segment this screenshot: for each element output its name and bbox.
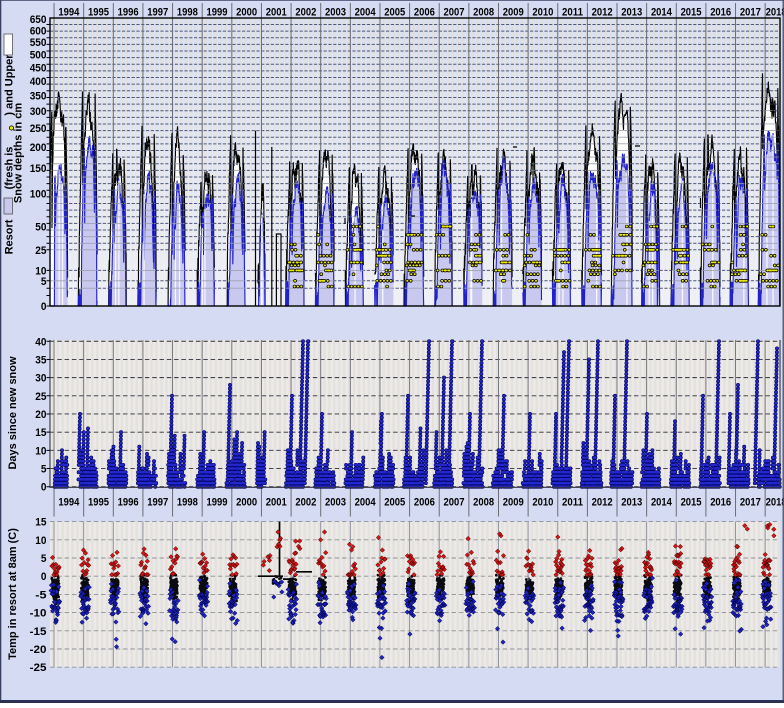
svg-text:5: 5 bbox=[41, 464, 47, 476]
svg-text:600: 600 bbox=[30, 25, 47, 37]
svg-text:2003: 2003 bbox=[325, 7, 346, 19]
svg-text:2012: 2012 bbox=[592, 7, 613, 19]
svg-text:Resort: Resort bbox=[4, 219, 16, 254]
svg-text:-15: -15 bbox=[30, 626, 47, 638]
svg-text:550: 550 bbox=[30, 37, 47, 49]
svg-text:25: 25 bbox=[35, 391, 46, 403]
svg-text:10: 10 bbox=[35, 535, 46, 547]
svg-text:1995: 1995 bbox=[88, 7, 109, 19]
svg-text:30: 30 bbox=[35, 373, 46, 385]
svg-text:2007: 2007 bbox=[444, 7, 465, 19]
svg-text:1998: 1998 bbox=[177, 497, 198, 509]
svg-text:2006: 2006 bbox=[414, 7, 435, 19]
svg-text:2000: 2000 bbox=[236, 497, 257, 509]
svg-text:350: 350 bbox=[30, 91, 47, 103]
svg-text:2013: 2013 bbox=[621, 497, 642, 509]
svg-text:-5: -5 bbox=[35, 589, 46, 601]
svg-text:1996: 1996 bbox=[118, 7, 139, 19]
svg-text:1999: 1999 bbox=[206, 497, 227, 509]
svg-text:1994: 1994 bbox=[58, 7, 80, 19]
svg-text:Snow depths in cm: Snow depths in cm bbox=[13, 103, 25, 203]
svg-text:200: 200 bbox=[30, 142, 47, 154]
svg-text:35: 35 bbox=[35, 354, 46, 366]
svg-text:40: 40 bbox=[35, 336, 46, 348]
svg-text:2011: 2011 bbox=[562, 497, 583, 509]
svg-text:1999: 1999 bbox=[206, 7, 227, 19]
svg-text:2005: 2005 bbox=[384, 7, 405, 19]
svg-text:Days since new snow: Days since new snow bbox=[7, 356, 19, 470]
svg-text:2012: 2012 bbox=[592, 497, 613, 509]
svg-text:2002: 2002 bbox=[295, 7, 316, 19]
svg-text:2007: 2007 bbox=[444, 497, 465, 509]
svg-text:2011: 2011 bbox=[562, 7, 583, 19]
svg-text:2005: 2005 bbox=[384, 497, 405, 509]
svg-text:2004: 2004 bbox=[355, 7, 377, 19]
svg-text:500: 500 bbox=[30, 49, 47, 61]
svg-text:1995: 1995 bbox=[88, 497, 109, 509]
svg-text:1997: 1997 bbox=[147, 497, 168, 509]
svg-text:50: 50 bbox=[35, 221, 46, 233]
svg-text:400: 400 bbox=[30, 76, 47, 88]
svg-text:2017: 2017 bbox=[740, 7, 761, 19]
svg-text:2000: 2000 bbox=[236, 7, 257, 19]
svg-text:2017: 2017 bbox=[740, 497, 761, 509]
svg-text:2008: 2008 bbox=[473, 497, 494, 509]
svg-text:450: 450 bbox=[30, 62, 47, 74]
svg-text:1998: 1998 bbox=[177, 7, 198, 19]
svg-text:100: 100 bbox=[30, 189, 47, 201]
svg-text:2014: 2014 bbox=[651, 7, 673, 19]
svg-text:15: 15 bbox=[35, 427, 46, 439]
svg-text:0: 0 bbox=[41, 301, 47, 313]
svg-text:25: 25 bbox=[35, 245, 46, 257]
svg-text:Temp in resort at 8am (C): Temp in resort at 8am (C) bbox=[7, 528, 19, 660]
svg-text:2008: 2008 bbox=[473, 7, 494, 19]
svg-text:250: 250 bbox=[30, 123, 47, 135]
svg-text:2009: 2009 bbox=[503, 497, 524, 509]
svg-text:2002: 2002 bbox=[295, 497, 316, 509]
svg-text:0: 0 bbox=[41, 571, 47, 583]
svg-text:2010: 2010 bbox=[532, 497, 553, 509]
svg-text:1996: 1996 bbox=[118, 497, 139, 509]
svg-text:2010: 2010 bbox=[532, 7, 553, 19]
svg-text:150: 150 bbox=[30, 163, 47, 175]
svg-text:15: 15 bbox=[35, 517, 46, 529]
svg-text:20: 20 bbox=[35, 409, 46, 421]
svg-text:2006: 2006 bbox=[414, 497, 435, 509]
svg-text:2009: 2009 bbox=[503, 7, 524, 19]
svg-text:2016: 2016 bbox=[710, 7, 731, 19]
svg-text:-10: -10 bbox=[30, 608, 47, 620]
svg-text:2004: 2004 bbox=[355, 497, 377, 509]
svg-text:1997: 1997 bbox=[147, 7, 168, 19]
svg-text:2018: 2018 bbox=[766, 497, 784, 509]
svg-text:2015: 2015 bbox=[681, 7, 702, 19]
svg-text:2003: 2003 bbox=[325, 497, 346, 509]
svg-text:2018: 2018 bbox=[766, 7, 784, 19]
svg-text:300: 300 bbox=[30, 106, 47, 118]
svg-text:-20: -20 bbox=[30, 644, 47, 656]
svg-text:5: 5 bbox=[41, 553, 47, 565]
svg-text:2014: 2014 bbox=[651, 497, 673, 509]
svg-text:2001: 2001 bbox=[266, 7, 287, 19]
svg-text:2013: 2013 bbox=[621, 7, 642, 19]
svg-text:2001: 2001 bbox=[266, 497, 287, 509]
svg-text:650: 650 bbox=[30, 14, 47, 26]
svg-text:10: 10 bbox=[35, 445, 46, 457]
svg-text:1994: 1994 bbox=[58, 497, 80, 509]
svg-text:5: 5 bbox=[41, 276, 47, 288]
svg-text:0: 0 bbox=[41, 482, 47, 494]
svg-text:2016: 2016 bbox=[710, 497, 731, 509]
svg-text:-25: -25 bbox=[30, 662, 47, 674]
svg-text:2015: 2015 bbox=[681, 497, 702, 509]
